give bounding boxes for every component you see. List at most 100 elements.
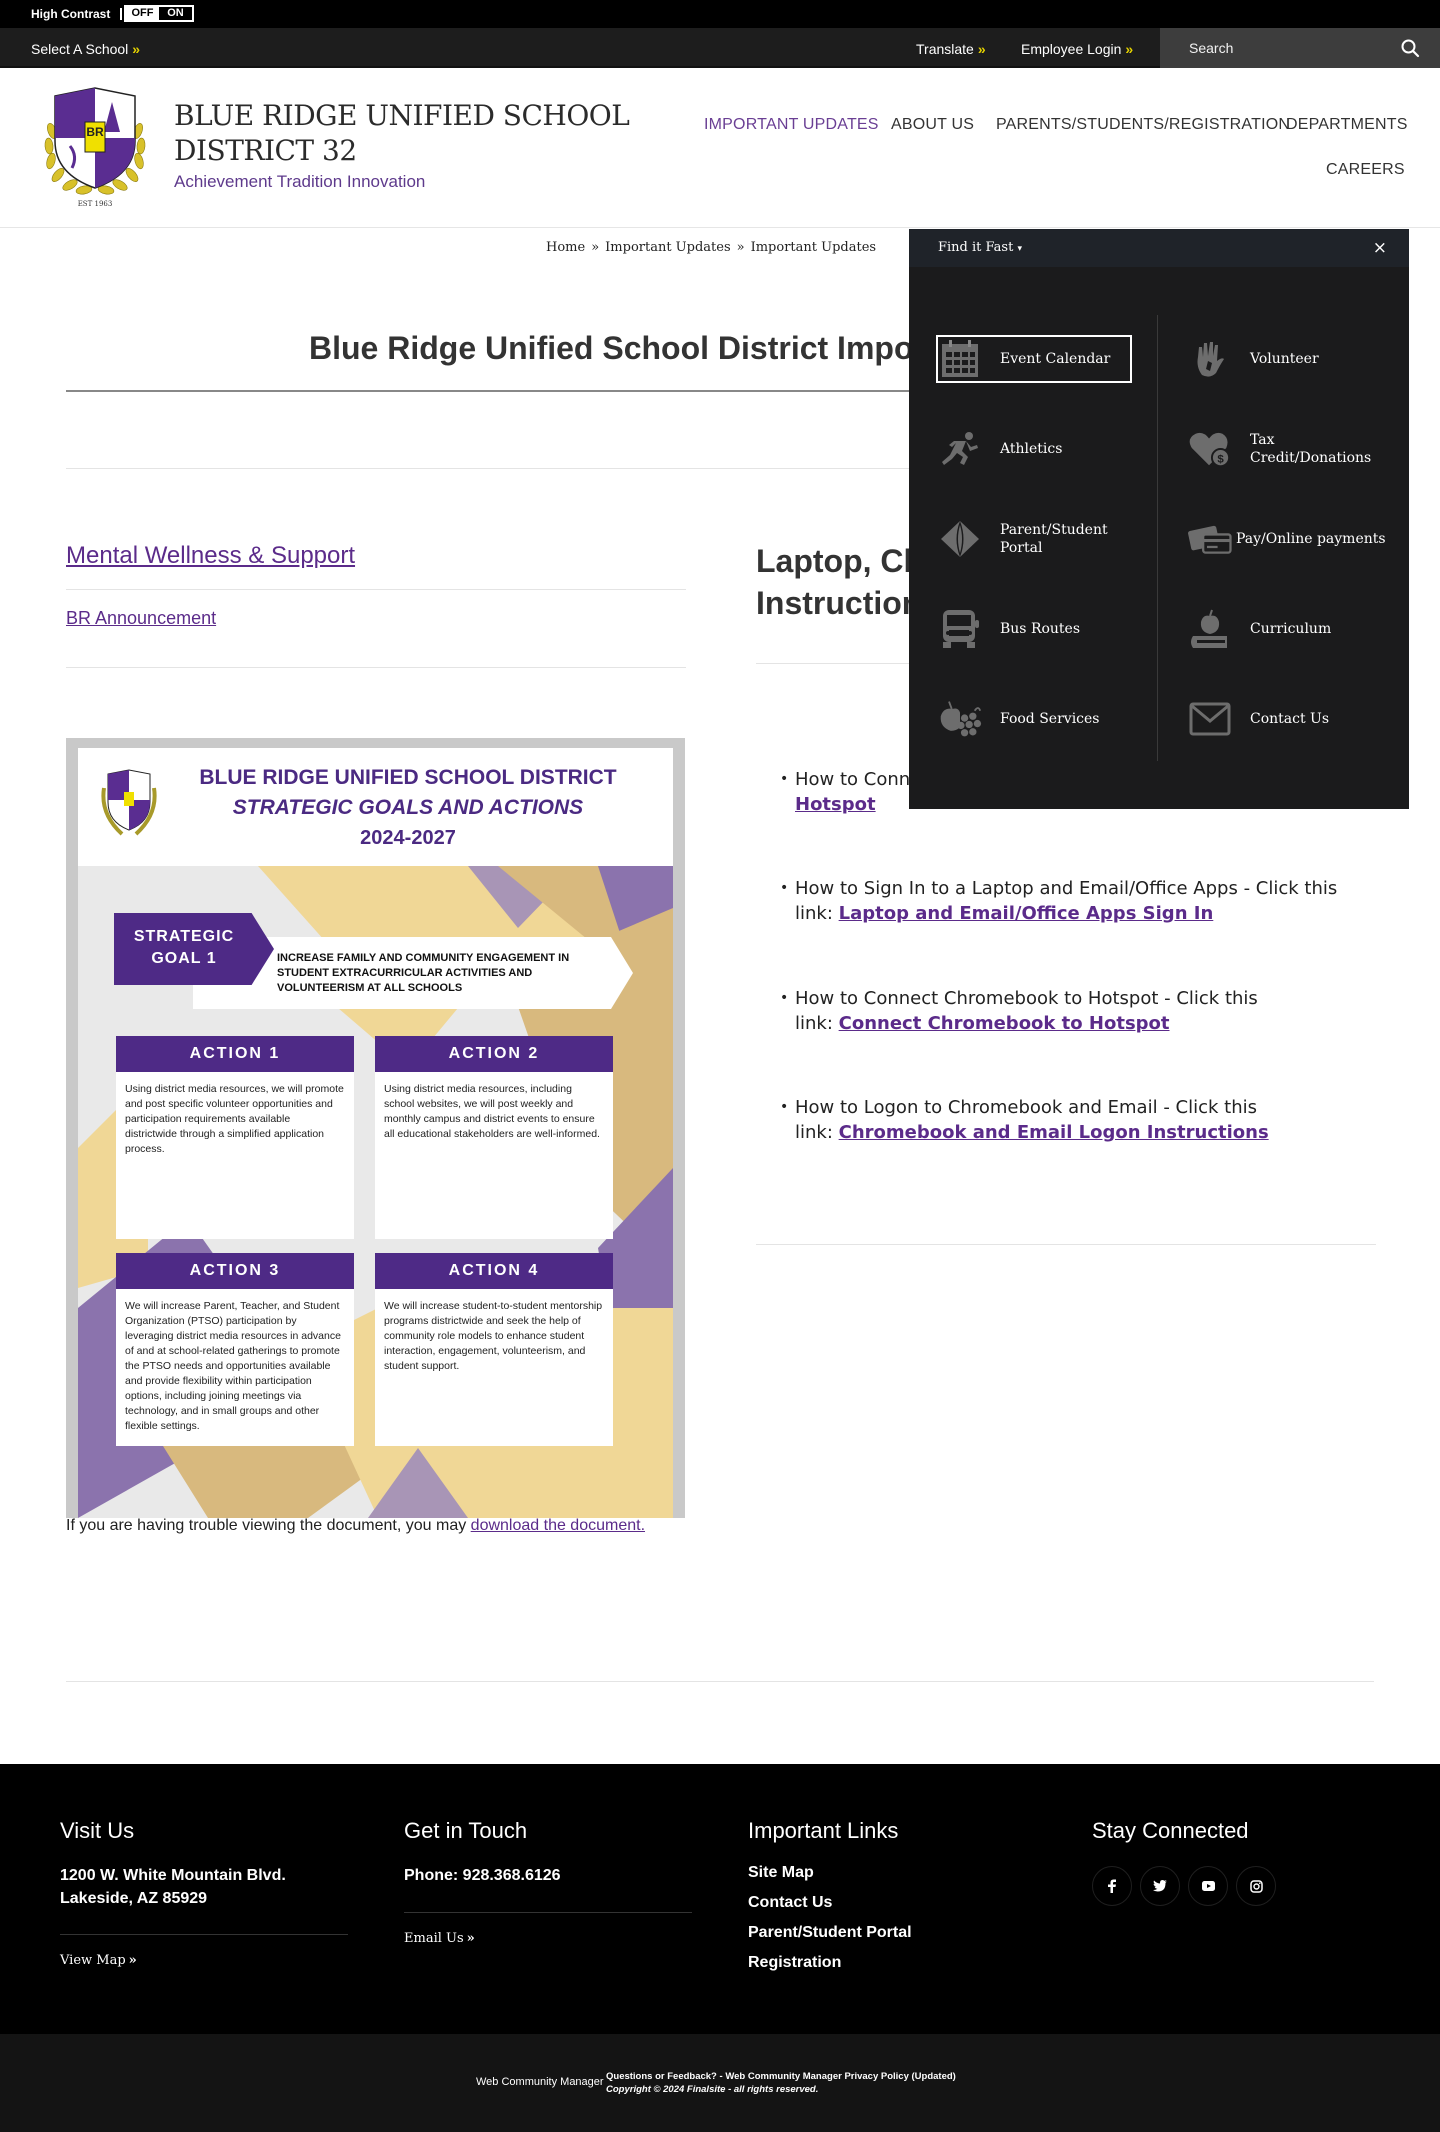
fif-label: Tax Credit/Donations bbox=[1250, 432, 1372, 466]
portal-icon bbox=[938, 517, 982, 561]
nav-parents-students-registration[interactable]: PARENTS/STUDENTS/REGISTRATION bbox=[996, 116, 1290, 134]
poster-title-line2: STRATEGIC GOALS AND ACTIONS bbox=[232, 796, 584, 819]
breadcrumb-home[interactable]: Home bbox=[546, 240, 585, 255]
fif-contact-us[interactable]: Contact Us bbox=[1188, 697, 1388, 741]
employee-login-link[interactable]: Employee Login» bbox=[1021, 41, 1133, 57]
high-contrast-toggle[interactable]: OFF ON bbox=[120, 5, 194, 22]
site-tagline: Achievement Tradition Innovation bbox=[174, 172, 426, 191]
fif-label: Volunteer bbox=[1250, 351, 1319, 367]
site-name[interactable]: BLUE RIDGE UNIFIED SCHOOL DISTRICT 32 bbox=[174, 98, 630, 168]
address-line1: 1200 W. White Mountain Blvd. bbox=[60, 1867, 286, 1884]
view-map-link[interactable]: View Map» bbox=[60, 1953, 137, 1968]
toggle-off[interactable]: OFF bbox=[126, 7, 159, 20]
footer-address: 1200 W. White Mountain Blvd. Lakeside, A… bbox=[60, 1864, 286, 1910]
bus-icon bbox=[938, 607, 982, 651]
footer-link-contact-us[interactable]: Contact Us bbox=[748, 1894, 832, 1912]
chromebook-hotspot-link[interactable]: Connect Chromebook to Hotspot bbox=[839, 1013, 1170, 1034]
logo-est: EST 1963 bbox=[78, 200, 113, 208]
fif-volunteer[interactable]: Volunteer bbox=[1188, 337, 1388, 381]
chevron-down-icon: ▾ bbox=[1017, 244, 1022, 254]
download-document-link[interactable]: download the document. bbox=[471, 1517, 645, 1534]
facebook-icon[interactable] bbox=[1092, 1866, 1132, 1906]
close-icon[interactable]: × bbox=[1373, 238, 1387, 258]
district-logo[interactable]: BR EST 1963 bbox=[40, 86, 150, 210]
footer-link-site-map[interactable]: Site Map bbox=[748, 1864, 814, 1882]
list-item: How to Logon to Chromebook and Email - C… bbox=[780, 1095, 1300, 1145]
footer-link-registration[interactable]: Registration bbox=[748, 1954, 841, 1972]
site-header: BR EST 1963 BLUE RIDGE UNIFIED SCHOOL DI… bbox=[0, 68, 1440, 228]
hand-icon bbox=[1188, 337, 1232, 381]
action-card: ACTION 3 We will increase Parent, Teache… bbox=[116, 1253, 354, 1446]
legal-links: Questions or Feedback? - Web Community M… bbox=[606, 2070, 956, 2096]
fif-tax-credit-donations[interactable]: $ Tax Credit/Donations bbox=[1188, 427, 1388, 471]
bottom-bar: Web Community Manager Questions or Feedb… bbox=[0, 2034, 1440, 2132]
youtube-icon[interactable] bbox=[1188, 1866, 1228, 1906]
laptop-email-signin-link[interactable]: Laptop and Email/Office Apps Sign In bbox=[839, 903, 1214, 924]
action-title: ACTION 1 bbox=[116, 1036, 354, 1072]
breadcrumb-separator: » bbox=[736, 240, 745, 255]
fif-event-calendar[interactable]: Event Calendar bbox=[936, 335, 1132, 383]
fif-curriculum[interactable]: Curriculum bbox=[1188, 607, 1388, 651]
poster-title: BLUE RIDGE UNIFIED SCHOOL DISTRICT STRAT… bbox=[178, 763, 638, 853]
questions-feedback-link[interactable]: Questions or Feedback? bbox=[606, 2071, 717, 2082]
fif-food-services[interactable]: Food Services bbox=[938, 697, 1138, 741]
credit-card-icon bbox=[1188, 517, 1232, 561]
link-divider bbox=[66, 667, 686, 668]
strategic-goals-poster: BLUE RIDGE UNIFIED SCHOOL DISTRICT STRAT… bbox=[78, 748, 673, 1518]
breadcrumb-important-updates[interactable]: Important Updates bbox=[605, 240, 730, 255]
br-announcement-link[interactable]: BR Announcement bbox=[66, 608, 216, 629]
fif-label: Curriculum bbox=[1250, 621, 1332, 637]
breadcrumb-separator: » bbox=[591, 240, 600, 255]
footer-visit-heading: Visit Us bbox=[60, 1818, 135, 1843]
toggle-on[interactable]: ON bbox=[159, 7, 192, 20]
list-item: How to Connect Chromebook to Hotspot - C… bbox=[780, 986, 1300, 1036]
instagram-icon[interactable] bbox=[1236, 1866, 1276, 1906]
raquo-icon: » bbox=[977, 41, 986, 57]
heart-dollar-icon: $ bbox=[1188, 427, 1232, 471]
nav-departments[interactable]: DEPARTMENTS bbox=[1286, 116, 1408, 134]
search-input[interactable] bbox=[1160, 28, 1390, 68]
footer-link-parent-student-portal[interactable]: Parent/Student Portal bbox=[748, 1924, 912, 1942]
footer-divider bbox=[60, 1934, 348, 1935]
fif-pay-online-payments[interactable]: Pay/Online payments bbox=[1188, 517, 1388, 561]
twitter-icon[interactable] bbox=[1140, 1866, 1180, 1906]
find-it-fast-header: Find it Fast ▾ × bbox=[909, 229, 1409, 267]
calendar-icon bbox=[938, 337, 982, 381]
mental-wellness-link[interactable]: Mental Wellness & Support bbox=[66, 542, 355, 570]
high-contrast-bar: High Contrast OFF ON bbox=[0, 0, 1440, 28]
link-divider bbox=[66, 589, 686, 590]
action-card: ACTION 1 Using district media resources,… bbox=[116, 1036, 354, 1239]
email-us-link[interactable]: Email Us» bbox=[404, 1931, 475, 1946]
document-note-text: If you are having trouble viewing the do… bbox=[66, 1517, 471, 1534]
privacy-policy-link[interactable]: Web Community Manager Privacy Policy (Up… bbox=[725, 2071, 956, 2082]
fruit-icon bbox=[938, 697, 982, 741]
chromebook-logon-link[interactable]: Chromebook and Email Logon Instructions bbox=[839, 1122, 1269, 1143]
fif-label: Athletics bbox=[1000, 441, 1063, 457]
raquo-icon: » bbox=[132, 41, 141, 57]
search-icon[interactable] bbox=[1400, 38, 1420, 58]
breadcrumb-current: Important Updates bbox=[750, 240, 877, 255]
nav-careers[interactable]: CAREERS bbox=[1326, 161, 1405, 179]
select-school-link[interactable]: Select A School» bbox=[31, 41, 140, 57]
fif-bus-routes[interactable]: Bus Routes bbox=[938, 607, 1138, 651]
document-viewer[interactable]: BLUE RIDGE UNIFIED SCHOOL DISTRICT STRAT… bbox=[66, 738, 685, 1518]
translate-label: Translate bbox=[916, 41, 974, 57]
poster-header: BLUE RIDGE UNIFIED SCHOOL DISTRICT STRAT… bbox=[78, 748, 673, 866]
fif-parent-student-portal[interactable]: Parent/Student Portal bbox=[938, 517, 1138, 561]
apple-book-icon bbox=[1188, 607, 1232, 651]
logo-initials: BR bbox=[86, 125, 104, 139]
fif-label: Bus Routes bbox=[1000, 621, 1081, 637]
web-community-manager-logo[interactable]: Web Community Manager bbox=[476, 2076, 604, 2088]
fif-label: Food Services bbox=[1000, 711, 1100, 727]
fif-label: Contact Us bbox=[1250, 711, 1330, 727]
nav-important-updates[interactable]: IMPORTANT UPDATES bbox=[704, 116, 879, 134]
find-it-fast-title[interactable]: Find it Fast ▾ bbox=[938, 240, 1022, 255]
runner-icon bbox=[938, 427, 982, 471]
action-card: ACTION 2 Using district media resources,… bbox=[375, 1036, 613, 1239]
translate-link[interactable]: Translate» bbox=[916, 41, 986, 57]
nav-about-us[interactable]: ABOUT US bbox=[891, 116, 974, 134]
employee-login-label: Employee Login bbox=[1021, 41, 1122, 57]
action-card: ACTION 4 We will increase student-to-stu… bbox=[375, 1253, 613, 1446]
fif-athletics[interactable]: Athletics bbox=[938, 427, 1138, 471]
raquo-icon: » bbox=[1125, 41, 1134, 57]
